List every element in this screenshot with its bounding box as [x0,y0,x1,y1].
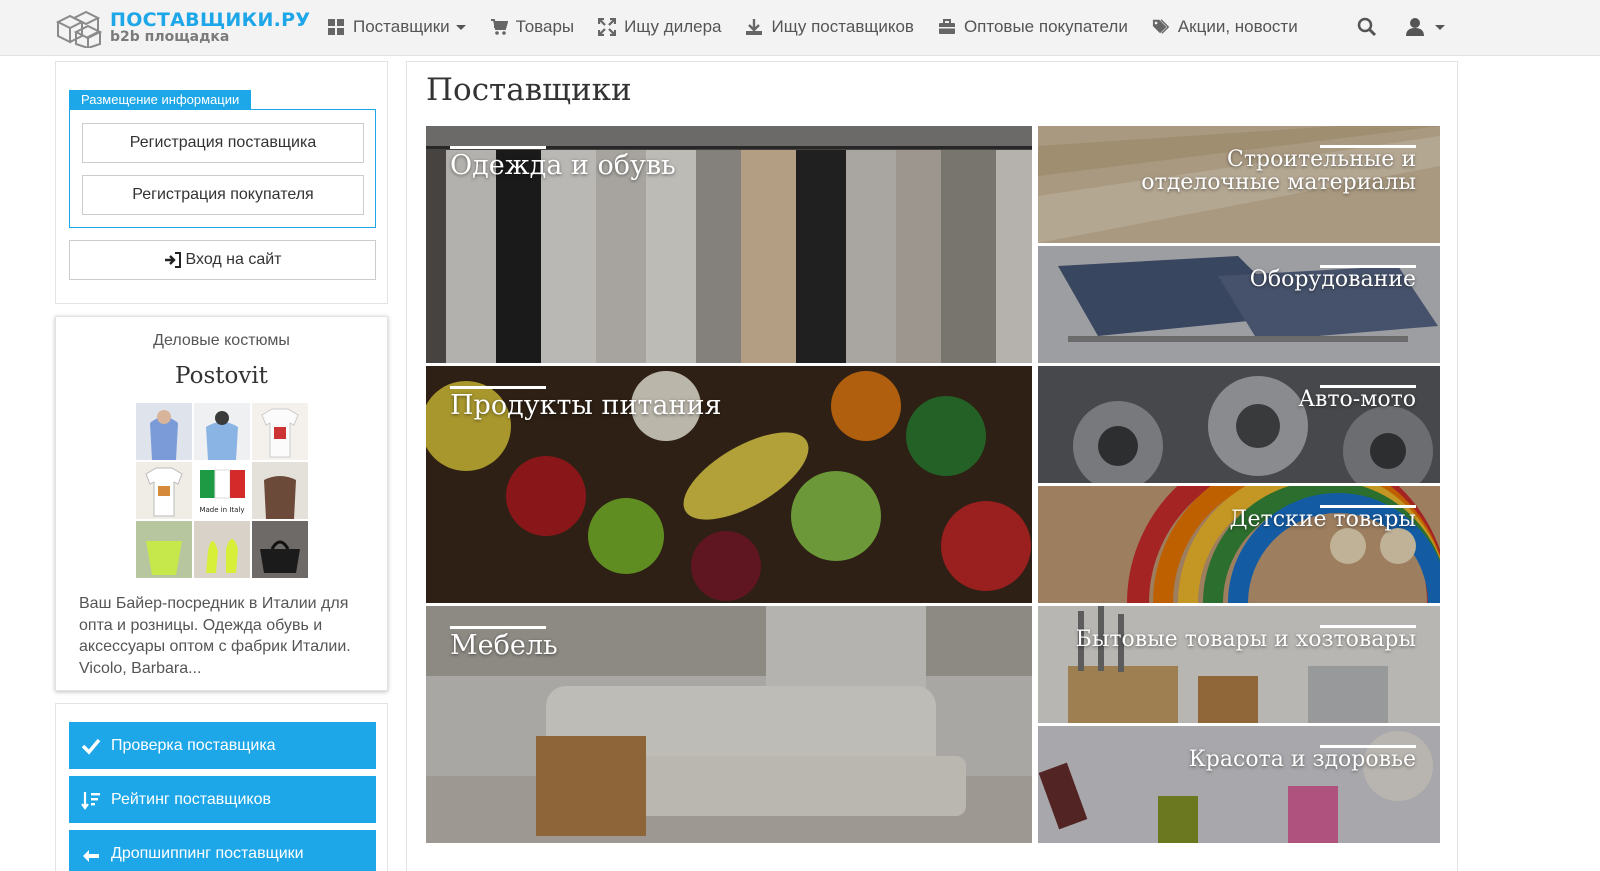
placement-legend: Размещение информации [69,90,252,109]
top-navbar: ПОСТАВЩИКИ.РУ b2b площадка Поставщики То… [0,0,1600,56]
download-icon [746,19,763,35]
made-in-italy-text: Made in Italy [199,506,244,514]
chevron-down-icon [455,24,466,30]
page-title: Поставщики [426,72,632,108]
category-label: Строительные и отделочные материалы [1141,147,1416,196]
nav-suppliers[interactable]: Поставщики [327,17,466,37]
user-icon[interactable] [1405,17,1425,37]
ad-collage-image: Made in Italy [136,403,309,579]
expand-icon [598,18,617,36]
nav-find-suppliers-label: Ищу поставщиков [771,17,914,36]
main-nav: Поставщики Товары Ищу дилера Ищу поставщ… [327,0,1322,54]
logo-tagline: b2b площадка [110,29,230,45]
placement-fieldset: Регистрация поставщика Регистрация покуп… [69,109,376,228]
category-building-materials[interactable]: Строительные и отделочные материалы [1038,126,1440,243]
nav-dealer-label: Ищу дилера [624,17,722,36]
category-auto-moto[interactable]: Авто-мото [1038,366,1440,483]
nav-wholesale-buyers[interactable]: Оптовые покупатели [938,17,1128,37]
arrow-icon [83,849,99,862]
briefcase-icon [938,19,955,34]
ad-description: Ваш Байер-посредник в Италии для опта и … [79,595,351,677]
grid-icon [328,19,344,35]
supplier-ad-card[interactable]: Деловые костюмы Postovit Made in Italy В… [55,316,388,691]
tags-icon [1152,19,1170,34]
registration-panel: Регистрация поставщика Регистрация покуп… [55,61,388,304]
register-buyer-button[interactable]: Регистрация покупателя [82,175,364,215]
category-label: Одежда и обувь [450,150,676,181]
category-label: Авто-мото [1298,387,1416,412]
category-kids[interactable]: Детские товары [1038,486,1440,603]
nav-tools [1357,0,1445,54]
sort-icon [81,791,100,810]
cart-icon [490,19,508,35]
supplier-rating-button[interactable]: Рейтинг поставщиков [69,776,376,823]
cubes-logo-icon [55,10,102,48]
search-icon[interactable] [1357,17,1377,37]
sign-in-icon [164,252,181,268]
category-household[interactable]: Бытовые товары и хозтовары [1038,606,1440,723]
nav-wholesale-buyers-label: Оптовые покупатели [963,17,1128,36]
check-supplier-button[interactable]: Проверка поставщика [69,722,376,769]
category-label: Бытовые товары и хозтовары [1075,627,1416,652]
nav-goods-label: Товары [515,17,575,36]
category-beauty-health[interactable]: Красота и здоровье [1038,726,1440,843]
category-furniture[interactable]: Мебель [426,606,1032,843]
category-equipment[interactable]: Оборудование [1038,246,1440,363]
logo-title: ПОСТАВЩИКИ.РУ [110,9,311,31]
category-label: Оборудование [1249,267,1416,292]
check-supplier-label: Проверка поставщика [111,736,276,754]
category-label: Продукты питания [450,390,722,421]
ad-category: Деловые костюмы [153,332,290,349]
nav-promotions-label: Акции, новости [1177,17,1298,36]
register-supplier-button[interactable]: Регистрация поставщика [82,123,364,163]
dropshipping-label: Дропшиппинг поставщики [111,844,304,862]
category-label: Мебель [450,630,558,661]
category-food[interactable]: Продукты питания [426,366,1032,603]
ad-company-name: Postovit [175,363,268,389]
nav-promotions[interactable]: Акции, новости [1152,17,1298,37]
user-menu-chevron-icon[interactable] [1435,24,1445,30]
login-button[interactable]: Вход на сайт [69,240,376,280]
dropshipping-button[interactable]: Дропшиппинг поставщики [69,830,376,871]
category-label: Красота и здоровье [1188,747,1416,772]
category-label: Детские товары [1229,507,1416,532]
category-clothing-shoes[interactable]: Одежда и обувь [426,126,1032,363]
nav-suppliers-label: Поставщики [353,17,450,36]
supplier-rating-label: Рейтинг поставщиков [111,790,271,808]
nav-find-suppliers[interactable]: Ищу поставщиков [745,17,914,37]
nav-goods[interactable]: Товары [490,17,574,37]
nav-dealer[interactable]: Ищу дилера [598,17,721,37]
quick-links-panel: Проверка поставщика Рейтинг поставщиков … [55,703,388,871]
check-icon [81,738,101,755]
login-label: Вход на сайт [185,251,282,268]
